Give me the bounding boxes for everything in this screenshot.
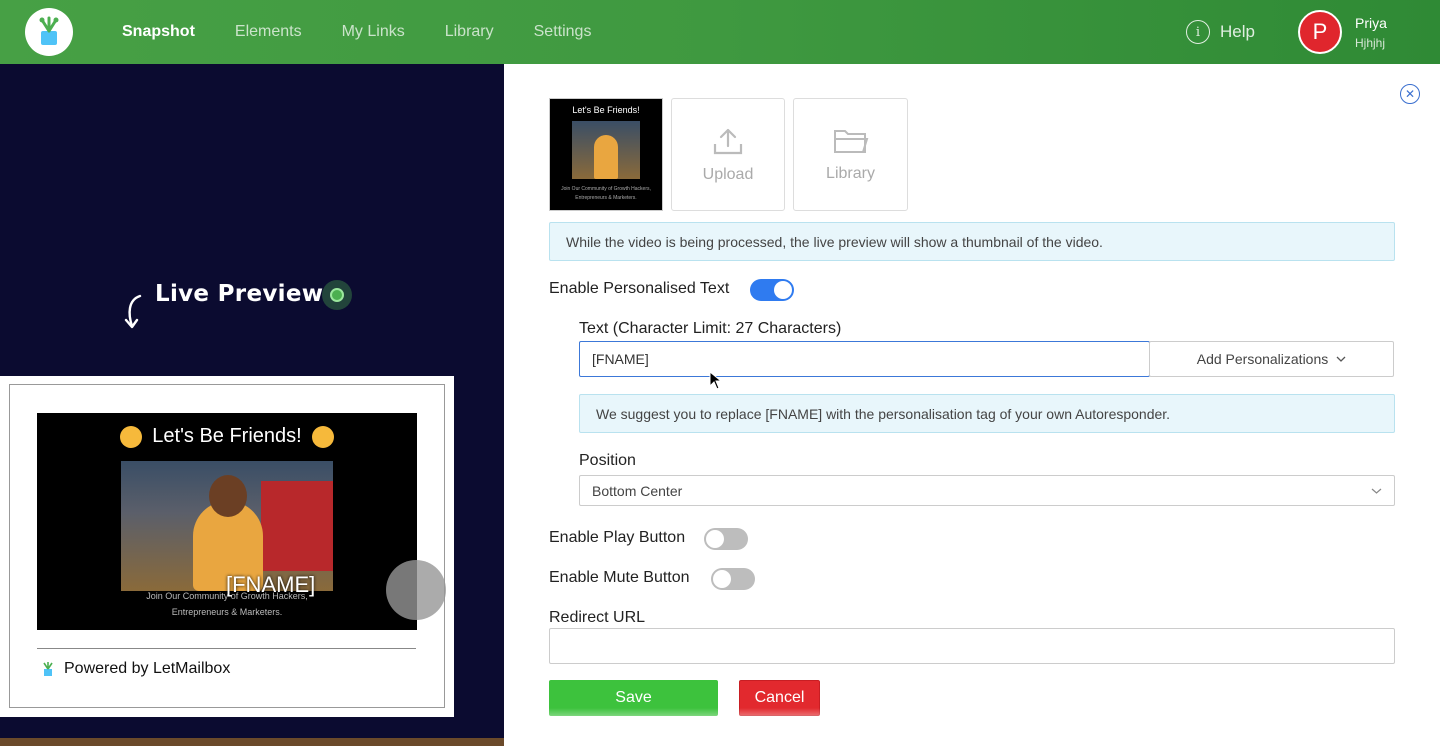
library-label: Library [826,164,875,182]
nav-settings[interactable]: Settings [534,23,592,41]
video-thumbnail[interactable]: Let's Be Friends! Join Our Community of … [549,98,663,211]
nav-library[interactable]: Library [445,23,494,41]
personalised-text-toggle[interactable] [750,279,794,301]
top-navigation-bar: Snapshot Elements My Links Library Setti… [0,0,1440,64]
play-button-label: Enable Play Button [549,529,686,546]
user-avatar[interactable]: P [1298,10,1342,54]
video-title-row: Let's Be Friends! [37,425,417,448]
divider [37,648,416,649]
mute-button-toggle[interactable] [711,568,755,590]
hug-emoji-icon [311,425,334,448]
mouse-cursor-icon [709,371,723,390]
upload-button[interactable]: Upload [671,98,785,211]
personalisation-suggestion: We suggest you to replace [FNAME] with t… [579,394,1395,433]
thumb-caption-line1: Join Our Community of Growth Hackers, [561,186,651,192]
processing-notice: While the video is being processed, the … [549,222,1395,261]
user-subtitle: Hjhjhj [1355,36,1386,50]
help-link[interactable]: i Help [1186,20,1255,44]
text-field-label: Text (Character Limit: 27 Characters) [579,320,842,337]
powered-by[interactable]: Powered by LetMailbox [40,660,230,678]
mute-button-label: Enable Mute Button [549,569,690,586]
video-title: Let's Be Friends! [152,425,302,447]
help-label: Help [1220,22,1255,41]
bottom-strip [0,738,504,746]
position-select[interactable]: Bottom Center [579,475,1395,506]
upload-icon [713,128,743,154]
live-preview-label: Live Preview [155,281,324,307]
video-caption-line2: Entrepreneurs & Marketers. [171,607,283,617]
nav-elements[interactable]: Elements [235,23,302,41]
play-button-overlay[interactable] [386,560,446,620]
thumb-title: Let's Be Friends! [572,105,640,115]
close-icon[interactable]: ✕ [1400,84,1420,104]
add-personalizations-label: Add Personalizations [1196,351,1329,367]
powered-by-text: Powered by LetMailbox [64,660,231,677]
add-personalizations-dropdown[interactable]: Add Personalizations [1149,341,1394,377]
personalised-text-label: Enable Personalised Text [549,280,730,297]
main-nav: Snapshot Elements My Links Library Setti… [122,0,591,64]
library-button[interactable]: Library [793,98,908,211]
letmailbox-logo[interactable] [25,8,73,56]
folder-icon [833,129,868,153]
nav-my-links[interactable]: My Links [342,23,405,41]
personalized-text-overlay: [FNAME] [226,572,316,597]
curved-arrow-icon [124,294,142,329]
user-name[interactable]: Priya [1355,15,1387,31]
redirect-url-input[interactable] [549,628,1395,664]
letmailbox-mini-logo-icon [43,662,53,676]
redirect-url-label: Redirect URL [549,609,646,626]
logo-icon [39,16,59,45]
position-label: Position [579,452,636,469]
panel-bottom-fade [504,708,1440,746]
live-status-dot [322,280,352,310]
info-icon: i [1186,20,1210,44]
upload-label: Upload [702,165,754,183]
chevron-down-icon [1371,488,1382,494]
chevron-down-icon [1336,356,1346,362]
thumb-caption: Join Our Community of Growth Hackers, En… [550,185,662,203]
hug-emoji-icon [120,425,143,448]
thumb-caption-line2: Entrepreneurs & Marketers. [575,195,637,201]
personalised-text-input[interactable]: [FNAME] [579,341,1150,377]
position-value: Bottom Center [592,482,683,499]
play-button-toggle[interactable] [704,528,748,550]
nav-snapshot[interactable]: Snapshot [122,23,195,41]
